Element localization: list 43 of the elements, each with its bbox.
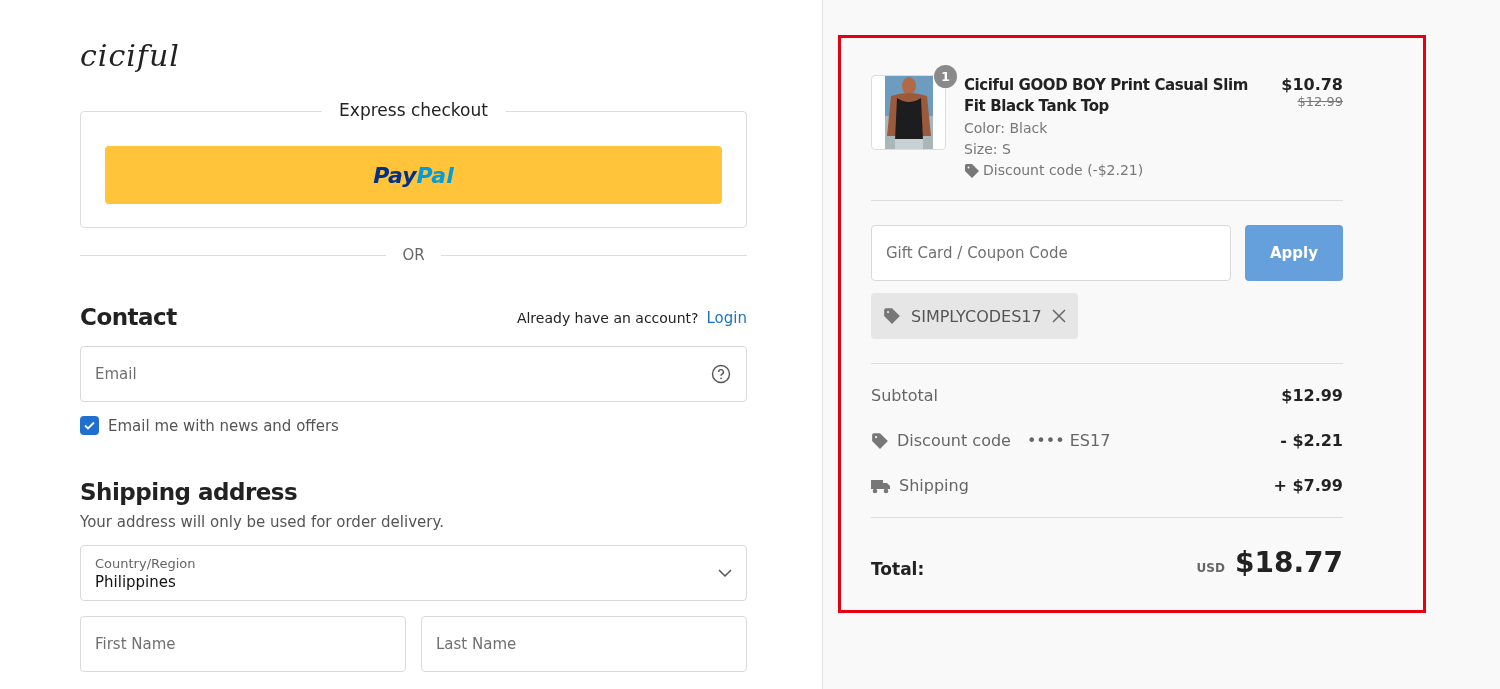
paypal-button[interactable]: PayPal [105,146,722,204]
first-name-field[interactable]: First Name [80,616,406,672]
remove-code-button[interactable] [1051,309,1066,323]
express-checkout-title: Express checkout [321,100,506,120]
store-logo[interactable]: ciciful [80,38,180,73]
product-name: Ciciful GOOD BOY Print Casual Slim Fit Black Tank Top [964,75,1249,117]
currency-code: USD [1196,561,1225,575]
summary-value: - $2.21 [1280,431,1343,450]
summary-value: $12.99 [1281,386,1343,405]
newsletter-label: Email me with news and offers [108,416,339,435]
original-price: $12.99 [1297,94,1343,109]
truck-icon [871,477,891,494]
address-note: Your address will only be used for order delivery. [80,513,445,531]
coupon-field[interactable]: Gift Card / Coupon Code [871,225,1231,281]
last-name-field[interactable]: Last Name [421,616,747,672]
help-icon[interactable] [711,364,731,384]
login-link[interactable]: Login [706,308,747,327]
email-field[interactable]: Email [80,346,747,402]
product-price: $10.78 [1281,75,1343,94]
summary-value: + $7.99 [1273,476,1343,495]
summary-label: Shipping [899,476,969,495]
chevron-down-icon [718,569,732,577]
checkmark-icon [83,419,96,432]
masked-code: •••• ES17 [1026,431,1111,450]
applied-code: SIMPLYCODES17 [911,306,1042,326]
contact-heading: Contact [80,304,177,330]
country-select[interactable]: Country/Region Philippines [80,545,747,601]
summary-label: Discount code [897,431,1011,450]
total-amount: $18.77 [1234,546,1343,579]
newsletter-checkbox[interactable] [80,416,99,435]
close-icon [1051,309,1066,323]
item-discount: Discount code (-$2.21) [983,161,1144,180]
product-size: Size: S [964,140,1012,159]
account-prompt: Already have an account? [516,309,699,326]
tag-icon [883,307,901,325]
quantity-badge: 1 [934,65,957,88]
tag-icon [964,162,980,179]
or-divider-text: OR [402,246,425,264]
tag-icon [871,431,889,450]
total-label: Total: [871,559,925,579]
product-color: Color: Black [964,119,1049,138]
shipping-address-heading: Shipping address [80,479,299,505]
summary-label: Subtotal [871,386,939,405]
